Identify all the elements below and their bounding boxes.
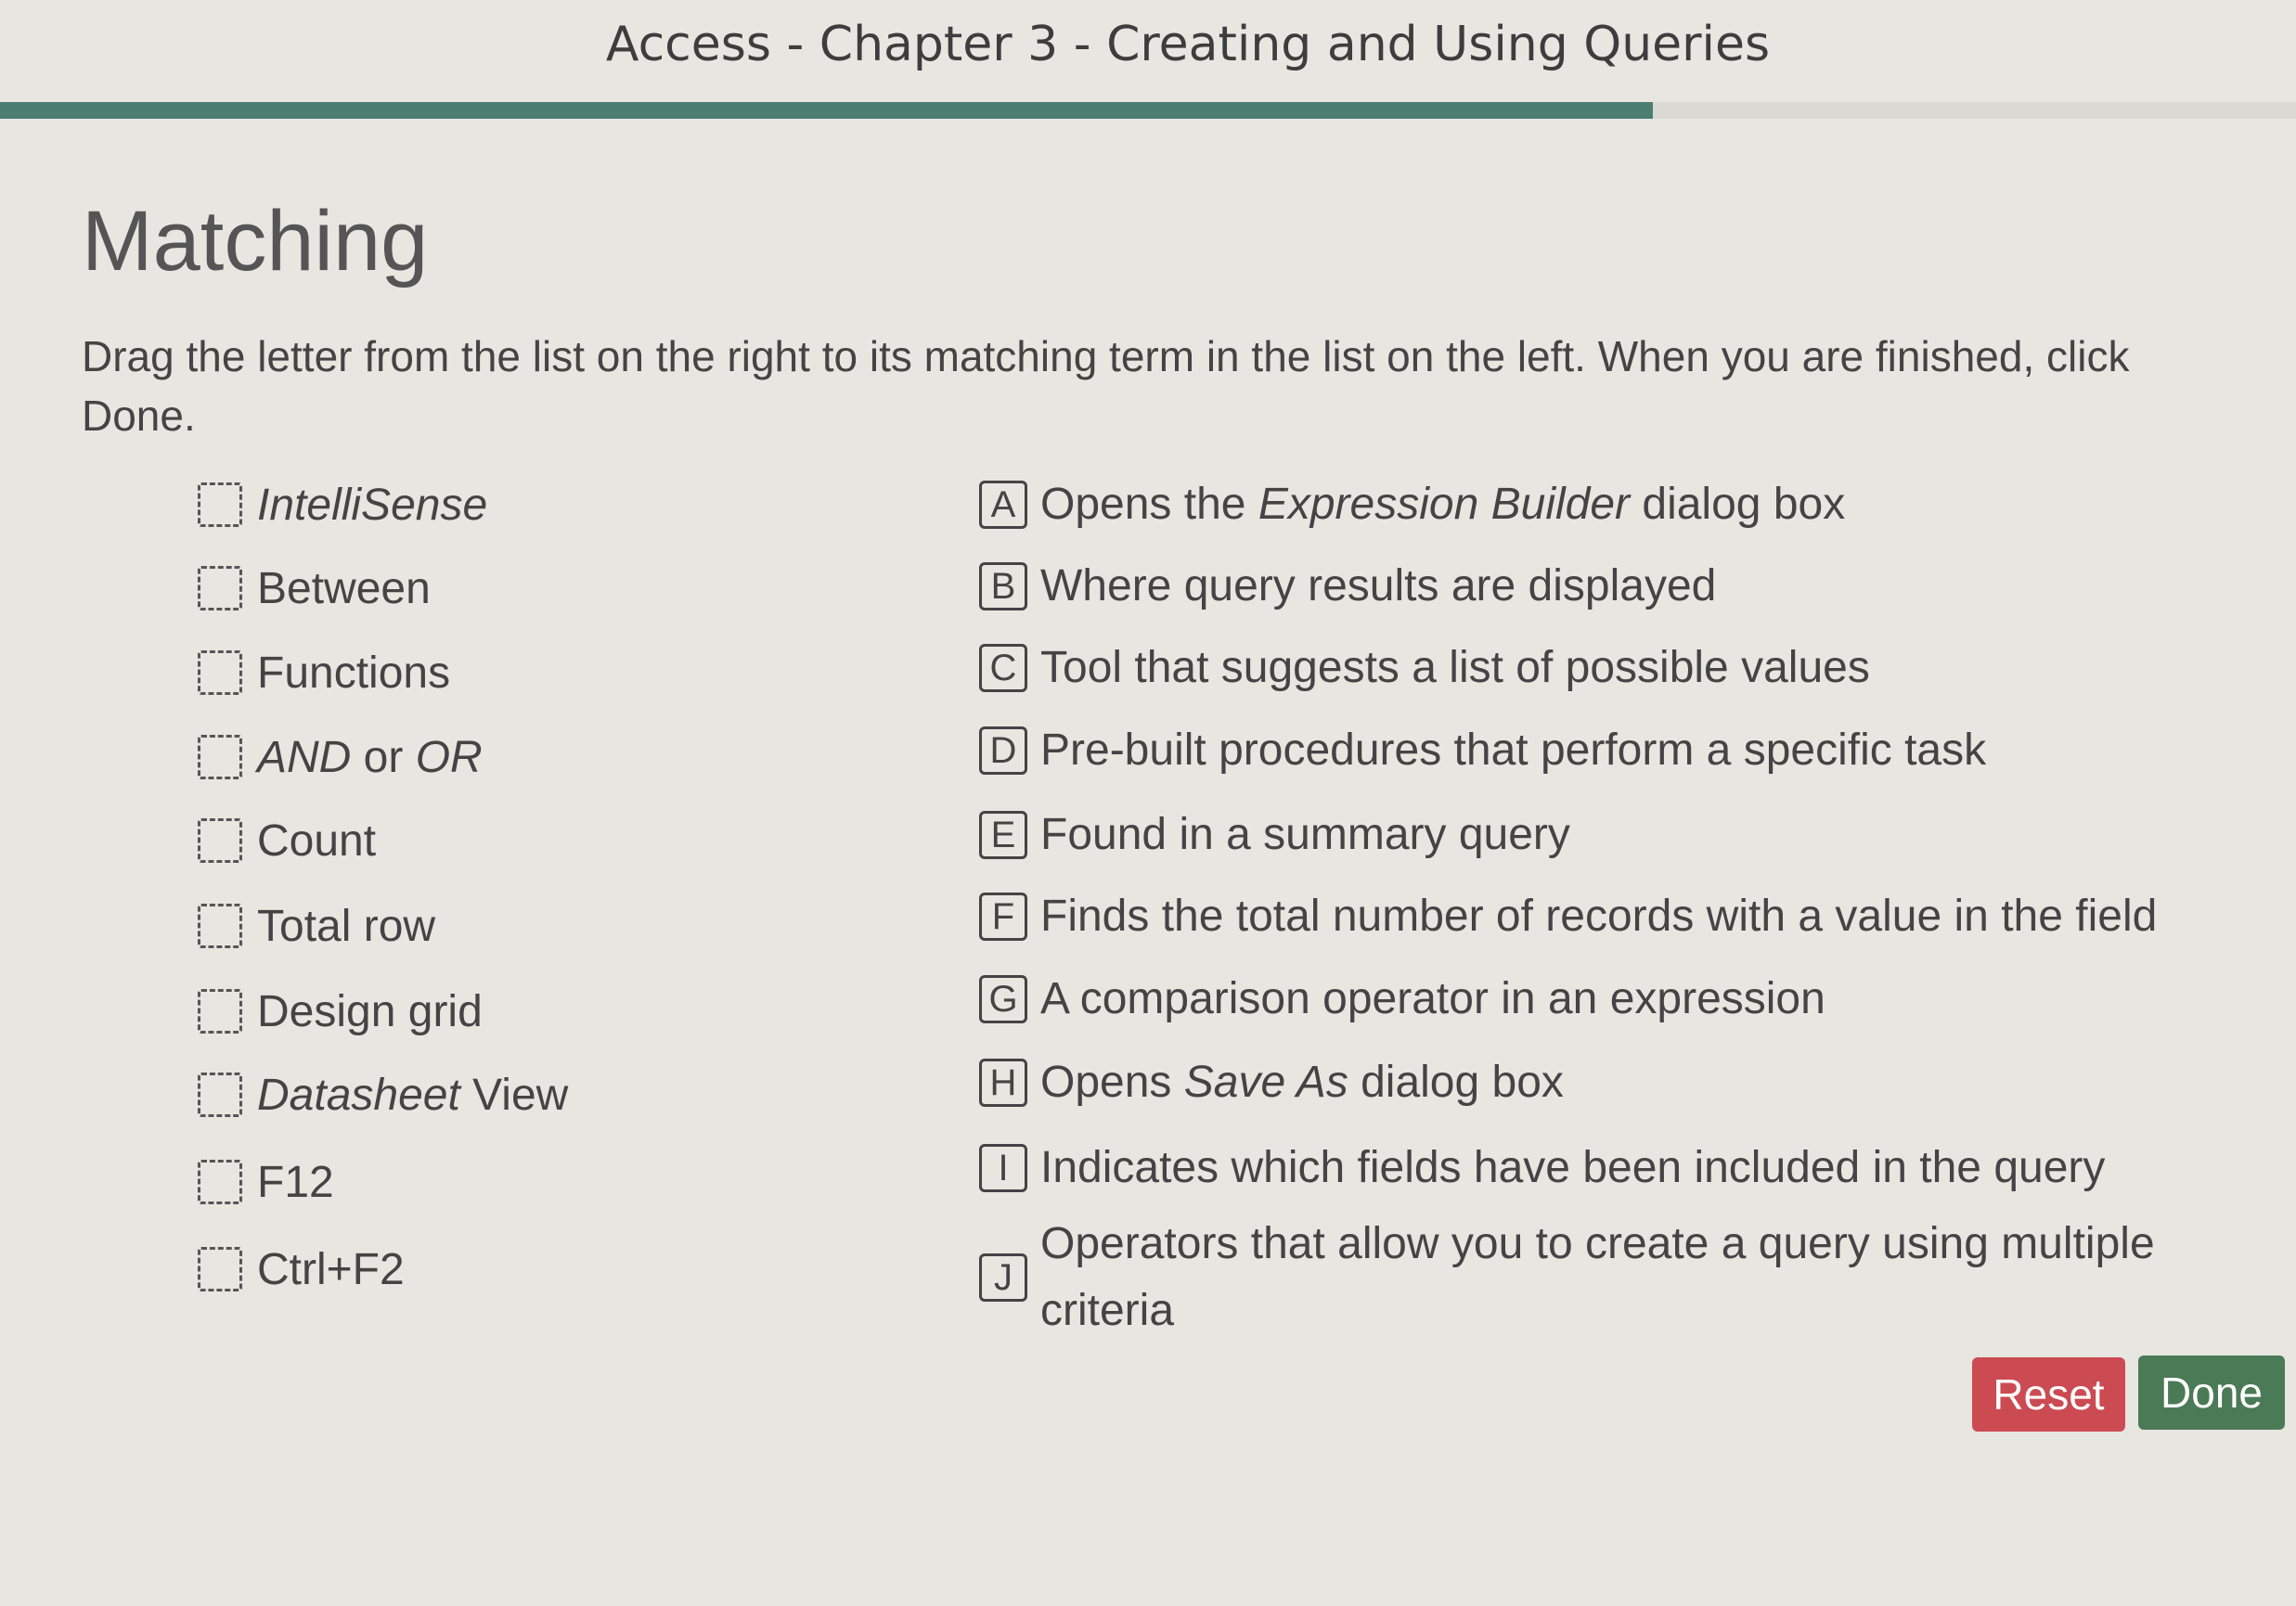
definition-text: Finds the total number of records with a… [1040, 892, 2158, 941]
drop-target[interactable] [198, 904, 242, 948]
page-title: Matching [82, 194, 429, 289]
term-row: Design grid [198, 983, 483, 1039]
drop-target[interactable] [198, 650, 242, 695]
drop-target[interactable] [198, 1247, 242, 1291]
term-row: Between [198, 560, 431, 616]
term-row: F12 [198, 1154, 334, 1210]
letter-tile[interactable]: D [979, 726, 1027, 775]
definition-text: Tool that suggests a list of possible va… [1040, 643, 1870, 692]
term-label: Design grid [257, 986, 483, 1036]
term-label: F12 [257, 1157, 334, 1207]
term-label: Datasheet View [257, 1070, 569, 1120]
definition-text: Where query results are displayed [1040, 561, 1717, 610]
term-row: Total row [198, 898, 435, 954]
drop-target[interactable] [198, 1073, 242, 1117]
definition-text: Indicates which fields have been include… [1040, 1143, 2106, 1192]
term-label: AND or OR [257, 732, 483, 782]
definition-text: Opens Save As dialog box [1040, 1058, 1564, 1107]
definition-row: F Finds the total number of records with… [979, 883, 2157, 950]
drop-target[interactable] [198, 482, 242, 527]
term-row: AND or OR [198, 729, 483, 785]
term-label: Between [257, 563, 431, 613]
term-label: Ctrl+F2 [257, 1244, 405, 1294]
letter-tile[interactable]: G [979, 975, 1027, 1023]
term-row: Count [198, 813, 376, 868]
drop-target[interactable] [198, 1160, 242, 1204]
term-label: Functions [257, 648, 451, 698]
definition-row: G A comparison operator in an expression [979, 966, 1825, 1033]
term-label: Total row [257, 901, 436, 951]
definition-row: E Found in a summary query [979, 802, 1570, 868]
letter-tile[interactable]: C [979, 644, 1027, 692]
letter-tile[interactable]: F [979, 893, 1027, 941]
letter-tile[interactable]: A [979, 481, 1027, 529]
definition-text: Operators that allow you to create a que… [1040, 1219, 2155, 1335]
letter-tile[interactable]: J [979, 1253, 1027, 1302]
definition-row: D Pre-built procedures that perform a sp… [979, 717, 1986, 784]
drop-target[interactable] [198, 735, 242, 779]
letter-tile[interactable]: I [979, 1144, 1027, 1192]
progress-bar-fill [0, 102, 1654, 119]
definition-row: H Opens Save As dialog box [979, 1049, 1564, 1116]
definition-text: A comparison operator in an expression [1040, 974, 1825, 1023]
term-row: Functions [198, 645, 450, 700]
term-label: IntelliSense [257, 480, 488, 530]
definition-text: Found in a summary query [1040, 810, 1570, 859]
drop-target[interactable] [198, 818, 242, 863]
definition-row: B Where query results are displayed [979, 553, 1716, 620]
term-row: IntelliSense [198, 477, 487, 533]
definition-text: Pre-built procedures that perform a spec… [1040, 726, 1987, 775]
instructions-text: Drag the letter from the list on the rig… [82, 332, 2130, 440]
definition-row: J Operators that allow you to create a q… [979, 1211, 2200, 1344]
window-title: Access - Chapter 3 - Creating and Using … [605, 17, 1771, 72]
term-row: Datasheet View [198, 1067, 568, 1123]
done-button[interactable]: Done [2138, 1355, 2285, 1430]
drop-target[interactable] [198, 989, 242, 1034]
definition-text: Opens the Expression Builder dialog box [1040, 480, 1846, 529]
letter-tile[interactable]: B [979, 562, 1027, 610]
progress-bar [0, 102, 2296, 119]
drop-target[interactable] [198, 566, 242, 610]
letter-tile[interactable]: H [979, 1059, 1027, 1107]
reset-button[interactable]: Reset [1972, 1357, 2125, 1432]
term-label: Count [257, 816, 377, 866]
definition-row: C Tool that suggests a list of possible … [979, 635, 1870, 701]
term-row: Ctrl+F2 [198, 1241, 405, 1297]
definition-row: I Indicates which fields have been inclu… [979, 1135, 2105, 1201]
letter-tile[interactable]: E [979, 811, 1027, 859]
definition-row: A Opens the Expression Builder dialog bo… [979, 471, 1845, 538]
